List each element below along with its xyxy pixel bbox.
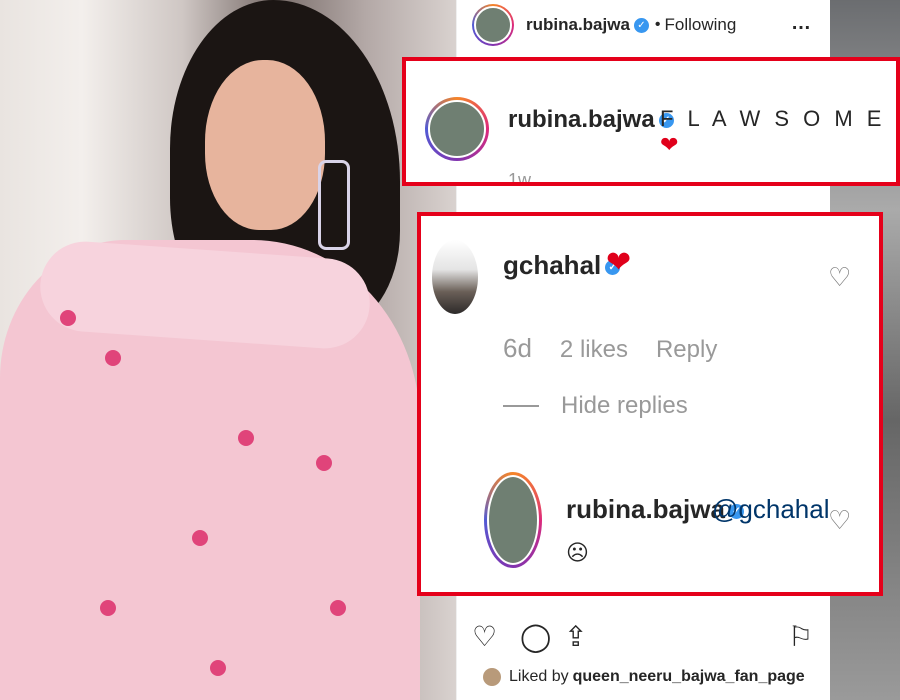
post-actions-bar: ♡ ◯ ⇪ ⚐ — [470, 620, 820, 660]
gchahal-avatar[interactable] — [432, 240, 478, 314]
hide-replies-label: Hide replies — [561, 392, 688, 419]
caption-text: F L A W S O M E ❤ — [660, 106, 886, 157]
photo-rose — [238, 430, 254, 446]
reply-avatar[interactable] — [484, 472, 542, 568]
comment-username[interactable]: gchahal ✓ — [503, 250, 621, 281]
following-button[interactable]: Following — [665, 15, 737, 35]
liked-by-line: Liked by queen_neeru_bajwa_fan_page — [483, 668, 805, 686]
photo-face — [205, 60, 325, 230]
photo-rose — [60, 310, 76, 326]
reply-button[interactable]: Reply — [656, 336, 717, 364]
liked-by-prefix: Liked by — [509, 668, 569, 685]
photo-earring — [318, 160, 350, 250]
photo-rose — [210, 660, 226, 676]
more-options-icon[interactable]: … — [791, 12, 812, 35]
sad-face-emoji-icon: ☹ — [566, 540, 589, 565]
red-heart-icon: ❤ — [660, 132, 683, 157]
caption-username[interactable]: rubina.bajwa ✓ — [508, 106, 674, 134]
post-photo — [0, 0, 456, 700]
liked-by-user[interactable]: queen_neeru_bajwa_fan_page — [573, 668, 805, 686]
share-icon[interactable]: ⇪ — [564, 620, 587, 653]
like-heart-icon[interactable]: ♡ — [472, 620, 497, 653]
separator-dot: • — [654, 16, 661, 33]
avatar — [483, 668, 501, 686]
photo-rose — [192, 530, 208, 546]
avatar[interactable] — [472, 4, 514, 46]
photo-rose — [330, 600, 346, 616]
photo-rose — [105, 350, 121, 366]
comment-meta: 6d 2 likes Reply — [503, 333, 717, 364]
header-username[interactable]: rubina.bajwa — [526, 15, 630, 35]
mention-link[interactable]: @gchahal — [712, 494, 829, 525]
photo-rose — [100, 600, 116, 616]
bookmark-save-icon[interactable]: ⚐ — [788, 620, 813, 653]
photo-rose — [316, 455, 332, 471]
comment-bubble-icon[interactable]: ◯ — [520, 620, 551, 653]
caption-avatar[interactable] — [425, 97, 489, 161]
post-header: rubina.bajwa ✓ • Following … — [456, 0, 830, 50]
comment-like-heart-icon[interactable]: ♡ — [828, 262, 851, 293]
comment-likes-count[interactable]: 2 likes — [560, 336, 628, 364]
hide-replies-toggle[interactable]: Hide replies — [503, 392, 688, 420]
reply-like-heart-icon[interactable]: ♡ — [828, 505, 851, 536]
comment-time: 6d — [503, 333, 532, 363]
red-heart-icon: ❤ — [606, 246, 632, 279]
verified-badge-icon: ✓ — [633, 17, 649, 33]
caption-timestamp: 1w — [508, 170, 532, 182]
replies-divider — [503, 405, 539, 407]
